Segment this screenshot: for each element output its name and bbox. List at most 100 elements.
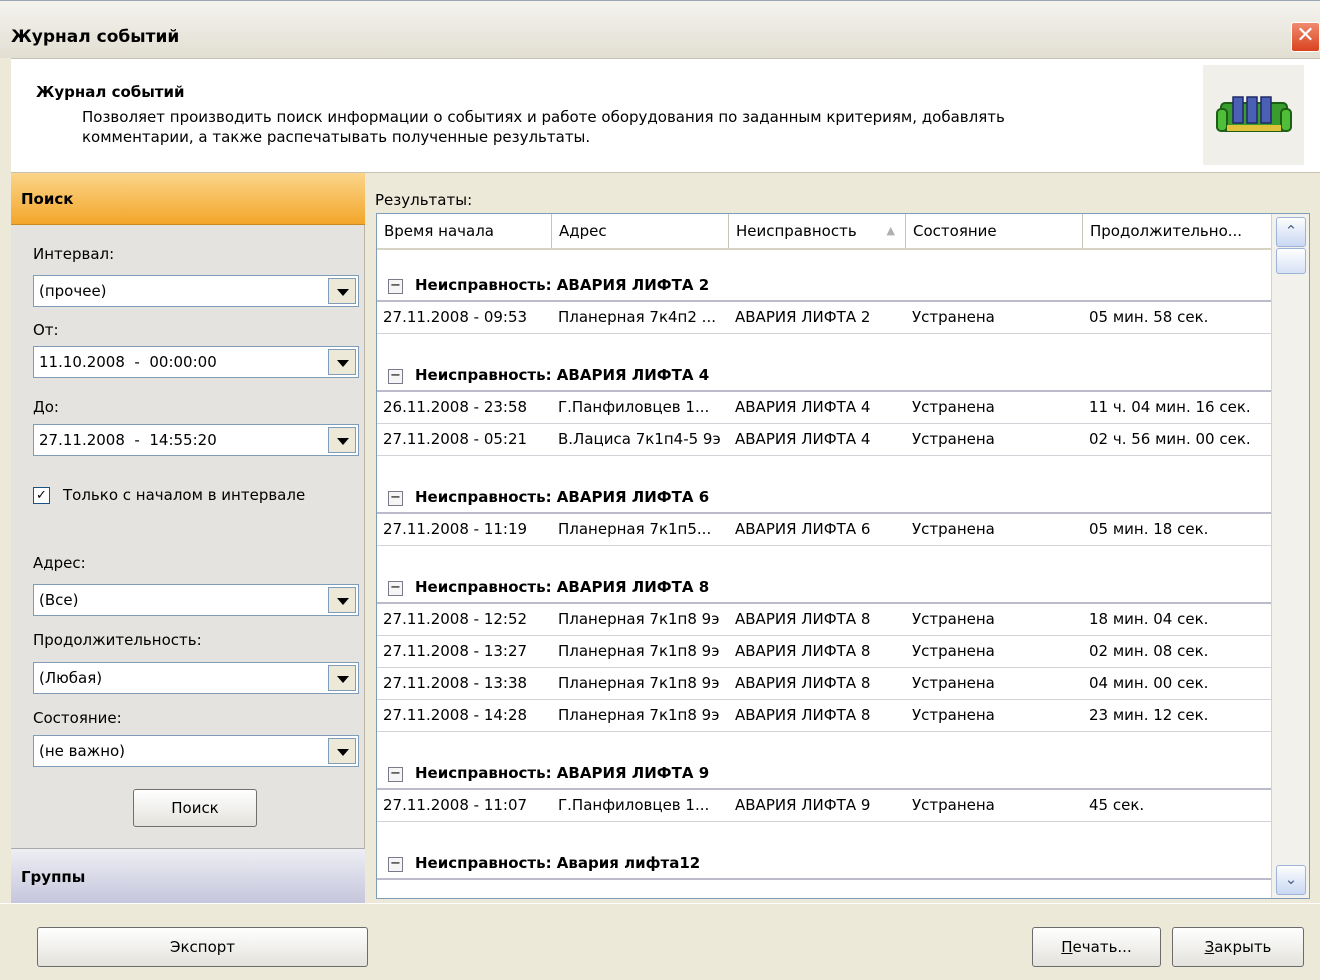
chevron-down-icon[interactable] (328, 587, 356, 613)
collapse-icon[interactable]: − (388, 581, 403, 596)
collapse-icon[interactable]: − (388, 491, 403, 506)
state-label: Состояние: (33, 709, 122, 727)
group-row[interactable]: − Неисправность: АВАРИЯ ЛИФТА 4 (377, 358, 1271, 392)
table-row[interactable]: 27.11.2008 - 11:19 Планерная 7к1п5... АВАР… (377, 514, 1271, 546)
group-title: Неисправность: АВАРИЯ ЛИФТА 4 (415, 366, 710, 384)
group-row[interactable]: − Неисправность: АВАРИЯ ЛИФТА 2 (377, 268, 1271, 302)
interval-select[interactable]: (прочее) (33, 275, 359, 307)
group-row[interactable]: − Неисправность: АВАРИЯ ЛИФТА 6 (377, 480, 1271, 514)
group-title: Неисправность: АВАРИЯ ЛИФТА 2 (415, 276, 710, 294)
address-cell: Планерная 7к4п2 ... (558, 308, 716, 326)
start-time-cell: 27.11.2008 - 09:53 (383, 308, 528, 326)
address-select[interactable]: (Все) (33, 584, 359, 616)
results-grid[interactable]: Время начала Адрес Неисправность ▲ Состо… (376, 213, 1310, 899)
table-row[interactable]: 27.11.2008 - 13:38 Планерная 7к1п8 9э АВАР… (377, 668, 1271, 700)
search-pane-header[interactable]: Поиск (11, 173, 365, 225)
column-header-fault-label: Неисправность (736, 222, 857, 240)
scroll-down-button[interactable]: ⌄ (1276, 865, 1306, 895)
table-row[interactable]: 27.11.2008 - 14:28 Планерная 7к1п8 9э АВАР… (377, 700, 1271, 732)
state-cell: Устранена (912, 398, 995, 416)
fault-cell: АВАРИЯ ЛИФТА 8 (735, 674, 871, 692)
group-title: Неисправность: АВАРИЯ ЛИФТА 9 (415, 764, 710, 782)
search-pane: Поиск Интервал: (прочее) От: 11.10.2008 … (11, 173, 365, 903)
vertical-scrollbar[interactable]: ⌃ ⌄ (1271, 214, 1309, 898)
header-title: Журнал событий (36, 83, 185, 101)
start-time-cell: 27.11.2008 - 14:28 (383, 706, 528, 724)
state-cell: Устранена (912, 308, 995, 326)
start-time-cell: 27.11.2008 - 13:27 (383, 642, 528, 660)
table-row[interactable]: 27.11.2008 - 12:52 Планерная 7к1п8 9э АВАР… (377, 604, 1271, 636)
window-titlebar: Журнал событий ✕ (0, 0, 1320, 58)
export-button[interactable]: Экспорт (37, 927, 368, 967)
print-button-hotkey: П (1061, 938, 1073, 956)
header-description-line1: Позволяет производить поиск информации о… (82, 108, 1005, 126)
address-cell: Г.Панфиловцев 1... (558, 398, 710, 416)
duration-select[interactable]: (Любая) (33, 662, 359, 694)
address-cell: Планерная 7к1п5... (558, 520, 712, 538)
fault-cell: АВАРИЯ ЛИФТА 2 (735, 308, 871, 326)
state-cell: Устранена (912, 520, 995, 538)
group-row[interactable]: − Неисправность: АВАРИЯ ЛИФТА 9 (377, 756, 1271, 790)
column-header-duration[interactable]: Продолжительно... (1083, 214, 1271, 248)
from-datetime-picker[interactable]: 11.10.2008 - 00:00:00 (33, 346, 359, 378)
fault-cell: АВАРИЯ ЛИФТА 6 (735, 520, 871, 538)
chevron-down-icon[interactable] (328, 738, 356, 764)
print-button[interactable]: Печать... (1032, 927, 1161, 967)
table-row[interactable]: 27.11.2008 - 09:53 Планерная 7к4п2 ... АВА… (377, 302, 1271, 334)
sort-ascending-icon: ▲ (886, 224, 895, 237)
search-button[interactable]: Поиск (133, 789, 257, 827)
window-title: Журнал событий (11, 27, 180, 47)
address-cell: Планерная 7к1п8 9э (558, 674, 720, 692)
chevron-down-icon[interactable] (328, 278, 356, 304)
start-time-cell: 27.11.2008 - 11:07 (383, 796, 528, 814)
groups-pane-header[interactable]: Группы (11, 848, 365, 903)
group-title: Неисправность: Авария лифта12 (415, 854, 701, 872)
chevron-down-icon[interactable] (328, 349, 356, 375)
address-label: Адрес: (33, 554, 86, 572)
collapse-icon[interactable]: − (388, 767, 403, 782)
column-header-address[interactable]: Адрес (552, 214, 729, 248)
collapse-icon[interactable]: − (388, 857, 403, 872)
close-window-button[interactable]: ✕ (1291, 22, 1320, 52)
group-row[interactable]: − Неисправность: Авария лифта12 (377, 846, 1271, 880)
duration-cell: 05 мин. 58 сек. (1089, 308, 1209, 326)
table-row[interactable]: 27.11.2008 - 11:07 Г.Панфиловцев 1... АВАР… (377, 790, 1271, 822)
state-cell: Устранена (912, 430, 995, 448)
address-cell: Г.Панфиловцев 1... (558, 796, 710, 814)
duration-cell: 02 мин. 08 сек. (1089, 642, 1209, 660)
fault-cell: АВАРИЯ ЛИФТА 9 (735, 796, 871, 814)
address-cell: Планерная 7к1п8 9э (558, 706, 720, 724)
duration-cell: 18 мин. 04 сек. (1089, 610, 1209, 628)
table-row[interactable]: 27.11.2008 - 05:21 В.Лациса 7к1п4-5 9э АВА… (377, 424, 1271, 456)
collapse-icon[interactable]: − (388, 279, 403, 294)
fault-cell: АВАРИЯ ЛИФТА 8 (735, 706, 871, 724)
scroll-up-button[interactable]: ⌃ (1276, 217, 1306, 247)
column-header-fault[interactable]: Неисправность ▲ (729, 214, 906, 248)
memory-module-icon (1203, 65, 1304, 165)
collapse-icon[interactable]: − (388, 369, 403, 384)
fault-cell: АВАРИЯ ЛИФТА 8 (735, 642, 871, 660)
dialog-header: Журнал событий Позволяет производить пои… (11, 58, 1320, 173)
duration-cell: 23 мин. 12 сек. (1089, 706, 1209, 724)
table-row[interactable]: 27.11.2008 - 13:27 Планерная 7к1п8 9э АВАР… (377, 636, 1271, 668)
group-row[interactable]: − Неисправность: АВАРИЯ ЛИФТА 8 (377, 570, 1271, 604)
table-row[interactable]: 26.11.2008 - 23:58 Г.Панфиловцев 1... АВАР… (377, 392, 1271, 424)
chevron-down-icon[interactable] (328, 427, 356, 453)
close-button[interactable]: Закрыть (1172, 927, 1304, 967)
chevron-down-icon[interactable] (328, 665, 356, 691)
to-datetime-picker[interactable]: 27.11.2008 - 14:55:20 (33, 424, 359, 456)
only-start-checkbox[interactable]: ✓ (33, 487, 50, 504)
results-pane: Результаты: Время начала Адрес Неисправн… (366, 173, 1320, 903)
header-description-line2: комментарии, а также распечатывать получ… (82, 128, 591, 146)
duration-cell: 11 ч. 04 мин. 16 сек. (1089, 398, 1251, 416)
column-header-state[interactable]: Состояние (906, 214, 1083, 248)
state-cell: Устранена (912, 796, 995, 814)
duration-label: Продолжительность: (33, 631, 202, 649)
duration-cell: 05 мин. 18 сек. (1089, 520, 1209, 538)
from-label: От: (33, 321, 59, 339)
state-select[interactable]: (не важно) (33, 735, 359, 767)
start-time-cell: 27.11.2008 - 13:38 (383, 674, 528, 692)
start-time-cell: 27.11.2008 - 12:52 (383, 610, 528, 628)
column-header-start-time[interactable]: Время начала (377, 214, 552, 248)
scroll-thumb[interactable] (1276, 248, 1306, 274)
